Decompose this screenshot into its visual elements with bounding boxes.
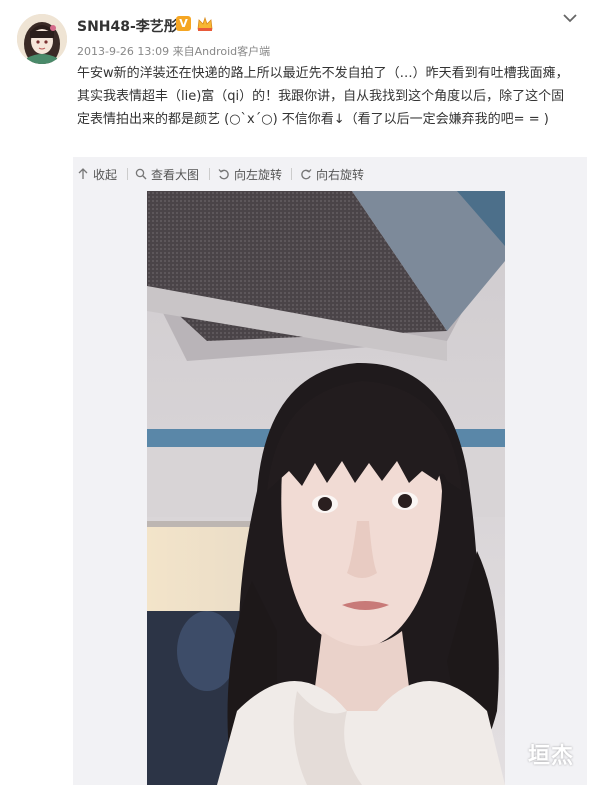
rotate-left-label: 向左旋转 [234,167,283,182]
toolbar-divider [291,168,292,180]
arrow-up-icon [78,168,88,179]
selfie-image [147,191,505,785]
rotate-left-icon [218,169,229,180]
source-prefix: 来自 [172,45,195,58]
search-icon [135,168,147,180]
avatar[interactable] [17,14,67,64]
avatar-image [17,14,67,64]
rotate-right-button[interactable]: 向右旋转 [300,166,364,182]
watermark: 垣杰 [528,744,575,769]
view-large-button[interactable]: 查看大图 [135,166,199,182]
timestamp[interactable]: 2013-9-26 13:09 [77,45,169,58]
username[interactable]: SNH48-李艺彤 [77,16,178,36]
post-text: 午安w新的洋装还在快递的路上所以最近先不发自拍了（…）昨天看到有吐槽我面瘫，其实… [77,66,569,127]
media-toolbar: 收起 查看大图 向左旋转 向右旋转 [73,157,587,191]
weibo-post: SNH48-李艺彤 V 2013-9-26 13:09 来自Android客户端… [0,0,594,785]
toolbar-divider [209,168,210,180]
chevron-down-icon[interactable] [562,12,578,24]
media-panel: 收起 查看大图 向左旋转 向右旋转 [73,157,587,785]
source-link[interactable]: Android客户端 [195,45,271,58]
post-photo[interactable] [147,191,505,785]
toolbar-divider [127,168,128,180]
view-large-label: 查看大图 [151,167,200,182]
rotate-right-label: 向右旋转 [316,167,365,182]
rotate-left-button[interactable]: 向左旋转 [218,166,282,182]
rotate-right-icon [301,169,312,180]
post-meta: 2013-9-26 13:09 来自Android客户端 [77,43,270,59]
collapse-label: 收起 [93,167,118,182]
collapse-button[interactable]: 收起 [77,166,117,182]
crown-icon [197,16,213,31]
verified-badge: V [176,16,191,31]
